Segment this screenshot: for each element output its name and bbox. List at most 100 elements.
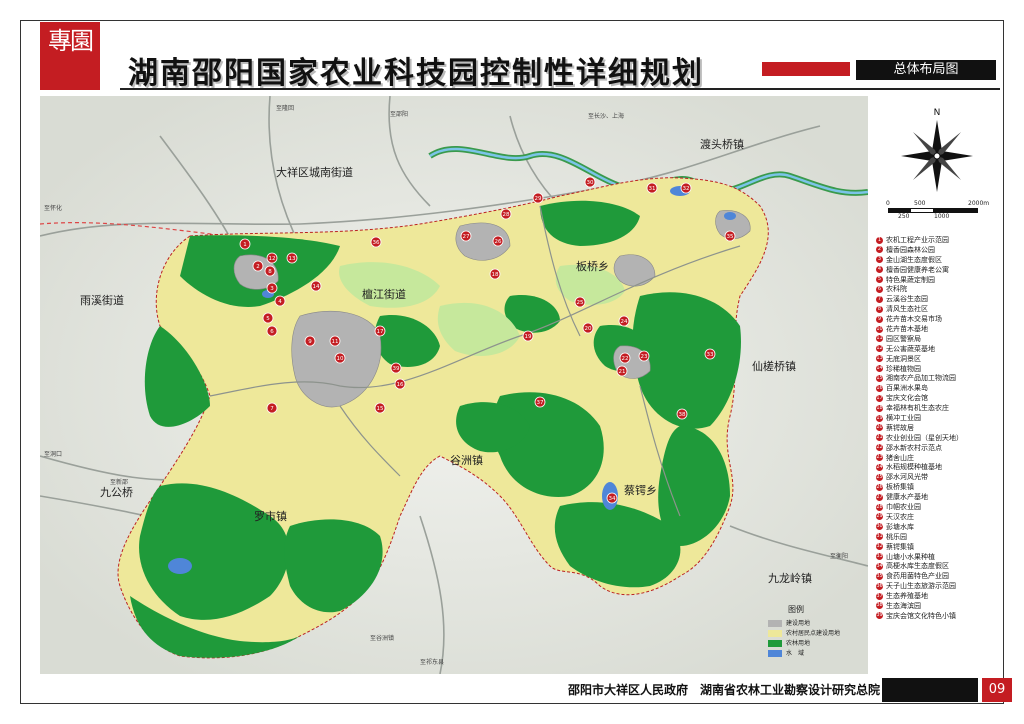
project-name: 天汉农庄 (886, 512, 914, 521)
scale-top-0: 0 (886, 200, 890, 207)
road-zhixinshao: 至新邵 (110, 478, 128, 486)
label-banqiao: 板桥乡 (576, 259, 609, 273)
project-marker-number: 34 (609, 496, 616, 502)
project-list-item: 19 横冲工业园 (876, 414, 1000, 424)
project-marker-number: 2 (256, 264, 260, 270)
project-number-badge: 26 (876, 483, 883, 491)
project-marker-number: 8 (268, 269, 272, 275)
project-number-badge: 22 (876, 444, 883, 452)
map-subtitle: 总体布局图 (856, 60, 996, 80)
map-canvas: 渡头桥镇 大祥区城南街道 雨溪街道 檀江街道 板桥乡 仙槎桥镇 谷洲镇 九公桥 … (40, 96, 868, 674)
project-list-item: 7 云溪谷生态园 (876, 295, 1000, 305)
project-name: 生态海滨园 (886, 601, 921, 610)
legend-swatch (768, 630, 782, 637)
map-legend: 图例 建设用地 农村居民点建设用地 农林用地水 域 (768, 604, 864, 670)
project-name: 健康水产基地 (886, 493, 928, 502)
project-number-badge: 24 (876, 463, 883, 471)
project-number-badge: 8 (876, 305, 883, 313)
side-panel: N 0 500 2000m 250 1000 1 农机工程产业示范园 2 檀香园森林公… (872, 96, 1000, 674)
project-marker-number: 15 (377, 406, 384, 412)
project-name: 高梗水库生态度假区 (886, 562, 949, 571)
project-list-item: 33 山塘小水果种植 (876, 553, 1000, 563)
project-list-item: 29 天汉农庄 (876, 513, 1000, 523)
label-jiugong: 九公桥 (100, 486, 133, 499)
project-number-badge: 29 (876, 513, 883, 521)
project-name: 邵水河风光带 (886, 473, 928, 482)
scale-top-2: 2000m (968, 200, 990, 207)
project-name: 食药用菌特色产业园 (886, 572, 949, 581)
project-name: 农机工程产业示范园 (886, 236, 949, 244)
project-list-item: 16 百果洲水果岛 (876, 384, 1000, 394)
footer-black-bar (882, 678, 978, 702)
label-yuxi: 雨溪街道 (80, 293, 124, 307)
project-list-item: 12 无公害蔬菜基地 (876, 345, 1000, 355)
project-number-badge: 37 (876, 592, 883, 600)
project-list-item: 1 农机工程产业示范园 (876, 236, 1000, 246)
legend-item: 农林用地 (768, 639, 864, 649)
road-zhishaoyang: 至邵阳 (390, 110, 408, 118)
project-marker-number: 33 (707, 352, 714, 358)
map-svg: 渡头桥镇 大祥区城南街道 雨溪街道 檀江街道 板桥乡 仙槎桥镇 谷洲镇 九公桥 … (40, 96, 868, 674)
project-list-item: 25 邵水河风光带 (876, 473, 1000, 483)
project-number-badge: 23 (876, 454, 883, 462)
project-marker-number: 17 (377, 329, 384, 335)
project-marker-number: 19 (525, 334, 532, 340)
project-number-badge: 17 (876, 394, 883, 402)
project-name: 特色果蔬定制园 (886, 275, 935, 284)
project-number-badge: 10 (876, 325, 883, 333)
road-zhiqidong: 至祁东县 (420, 658, 444, 666)
legend-swatch (768, 650, 782, 657)
legend-item: 建设用地 (768, 619, 864, 629)
project-marker-number: 1 (243, 242, 247, 248)
project-name: 巾帼农业园 (886, 503, 921, 512)
project-number-badge: 25 (876, 473, 883, 481)
project-list-item: 2 檀香园森林公园 (876, 246, 1000, 256)
road-zhiyang: 至隆回 (276, 104, 294, 112)
road-zhiguzhou: 至谷洲镇 (370, 634, 394, 642)
project-marker-number: 12 (269, 256, 276, 262)
road-zhishanghai: 至长沙、上海 (588, 112, 624, 120)
project-marker-number: 25 (577, 300, 584, 306)
footer: 邵阳市大祥区人民政府 湖南省农林工业勘察设计研究总院 09 (20, 676, 1012, 704)
project-list-item: 34 高梗水库生态度假区 (876, 562, 1000, 572)
road-zhihuaihua: 至怀化 (44, 204, 62, 212)
project-name: 云溪谷生态园 (886, 295, 928, 304)
project-name: 邵水新农村示范点 (886, 443, 942, 452)
project-name: 桃乐园 (886, 532, 907, 541)
legend-label: 建设用地 (786, 620, 811, 627)
project-number-badge: 20 (876, 424, 883, 432)
project-list-item: 26 板桥集镇 (876, 483, 1000, 493)
project-list-item: 24 水稻规模种植基地 (876, 463, 1000, 473)
scale-top-1: 500 (914, 200, 926, 207)
road-zhidongkou: 至洞口 (44, 450, 62, 458)
label-chengnan: 大祥区城南街道 (276, 165, 353, 179)
project-number-badge: 13 (876, 355, 883, 363)
project-name: 板桥集镇 (886, 483, 914, 492)
project-name: 蔡锷集镇 (886, 542, 914, 551)
project-list-item: 17 宝庆文化会馆 (876, 394, 1000, 404)
scale-bottom-0: 250 (898, 213, 910, 220)
project-list-item: 4 檀香园健康养老公寓 (876, 266, 1000, 276)
project-number-badge: 2 (876, 246, 883, 254)
project-marker-number: 35 (727, 234, 734, 240)
project-marker-number: 14 (313, 284, 320, 290)
project-marker-number: 30 (587, 180, 594, 186)
project-name: 湘南农产品加工物流园 (886, 374, 956, 383)
project-name: 猪舍山庄 (886, 453, 914, 462)
project-name: 珍稀植物园 (886, 364, 921, 373)
project-number-badge: 18 (876, 404, 883, 412)
project-name: 天子山生态旅游示范园 (886, 582, 956, 591)
legend-title: 图例 (788, 605, 804, 614)
seal-text: 專園 (48, 27, 94, 55)
scale-bottom-1: 1000 (934, 213, 950, 220)
project-list-item: 3 金山湖生态度假区 (876, 256, 1000, 266)
label-tanjiang: 檀江街道 (362, 287, 406, 301)
project-number-badge: 5 (876, 276, 883, 284)
project-list-item: 11 园区警察局 (876, 335, 1000, 345)
project-list-item: 32 蔡锷集镇 (876, 543, 1000, 553)
project-list-item: 39 宝庆会馆文化特色小镇 (876, 612, 1000, 622)
project-list-item: 35 食药用菌特色产业园 (876, 572, 1000, 582)
project-number-badge: 28 (876, 503, 883, 511)
project-marker-number: 23 (641, 354, 648, 360)
project-name: 檀香园森林公园 (886, 245, 935, 254)
